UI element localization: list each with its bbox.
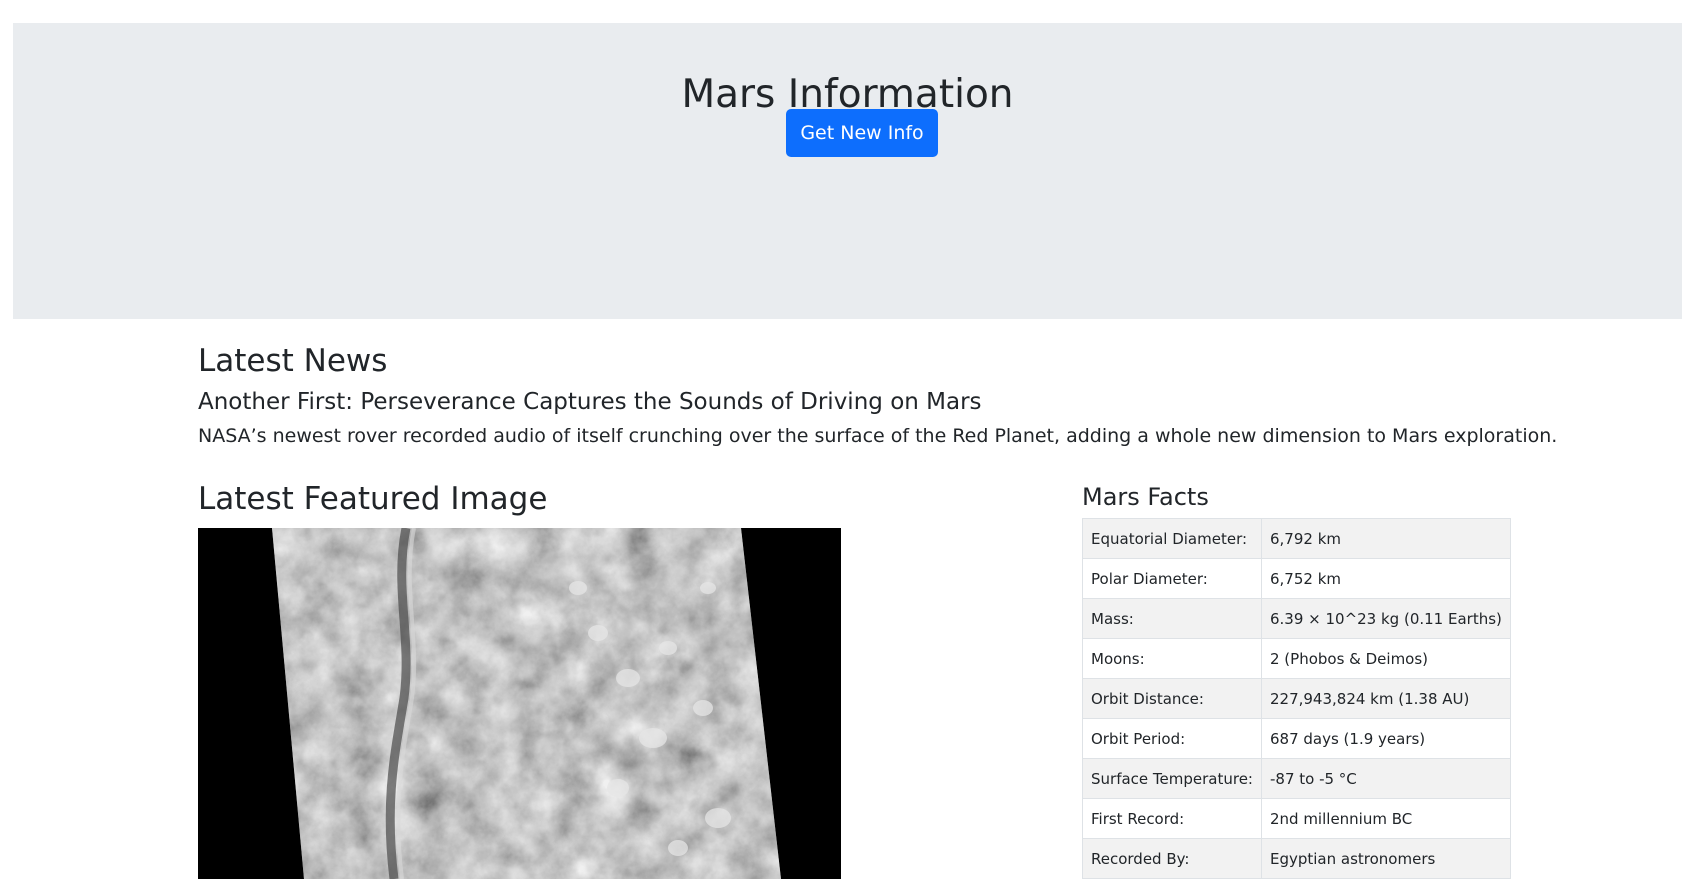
fact-value: -87 to -5 °C [1260, 758, 1511, 799]
fact-label: Recorded By: [1082, 838, 1262, 879]
jumbotron: Mars Information Get New Info [13, 23, 1682, 319]
mars-facts-heading: Mars Facts [1082, 483, 1209, 511]
news-teaser: NASA’s newest rover recorded audio of it… [198, 425, 1558, 447]
fact-label: Equatorial Diameter: [1082, 518, 1262, 559]
table-row: Equatorial Diameter: 6,792 km [1082, 518, 1511, 559]
featured-image-heading: Latest Featured Image [198, 481, 548, 517]
fact-label: Mass: [1082, 598, 1262, 639]
fact-value: 687 days (1.9 years) [1260, 718, 1511, 759]
fact-value: 2nd millennium BC [1260, 798, 1511, 839]
page: Mars Information Get New Info Latest New… [0, 0, 1694, 891]
fact-label: Polar Diameter: [1082, 558, 1262, 599]
table-row: Mass: 6.39 × 10^23 kg (0.11 Earths) [1082, 598, 1511, 639]
table-row: Recorded By: Egyptian astronomers [1082, 838, 1511, 879]
table-row: Orbit Period: 687 days (1.9 years) [1082, 718, 1511, 759]
mars-surface-image [198, 528, 841, 879]
fact-label: Orbit Period: [1082, 718, 1262, 759]
fact-value: 227,943,824 km (1.38 AU) [1260, 678, 1511, 719]
mars-facts-table: Equatorial Diameter: 6,792 km Polar Diam… [1082, 518, 1511, 879]
fact-label: Moons: [1082, 638, 1262, 679]
table-row: Moons: 2 (Phobos & Deimos) [1082, 638, 1511, 679]
news-title: Another First: Perseverance Captures the… [198, 389, 982, 415]
fact-value: 6,752 km [1260, 558, 1511, 599]
fact-label: Surface Temperature: [1082, 758, 1262, 799]
fact-value: 6,792 km [1260, 518, 1511, 559]
get-new-info-button[interactable]: Get New Info [786, 109, 938, 157]
table-row: First Record: 2nd millennium BC [1082, 798, 1511, 839]
fact-value: 6.39 × 10^23 kg (0.11 Earths) [1260, 598, 1511, 639]
featured-image [198, 528, 841, 879]
table-row: Orbit Distance: 227,943,824 km (1.38 AU) [1082, 678, 1511, 719]
fact-value: Egyptian astronomers [1260, 838, 1511, 879]
table-row: Surface Temperature: -87 to -5 °C [1082, 758, 1511, 799]
fact-value: 2 (Phobos & Deimos) [1260, 638, 1511, 679]
fact-label: First Record: [1082, 798, 1262, 839]
table-row: Polar Diameter: 6,752 km [1082, 558, 1511, 599]
latest-news-heading: Latest News [198, 343, 388, 379]
fact-label: Orbit Distance: [1082, 678, 1262, 719]
